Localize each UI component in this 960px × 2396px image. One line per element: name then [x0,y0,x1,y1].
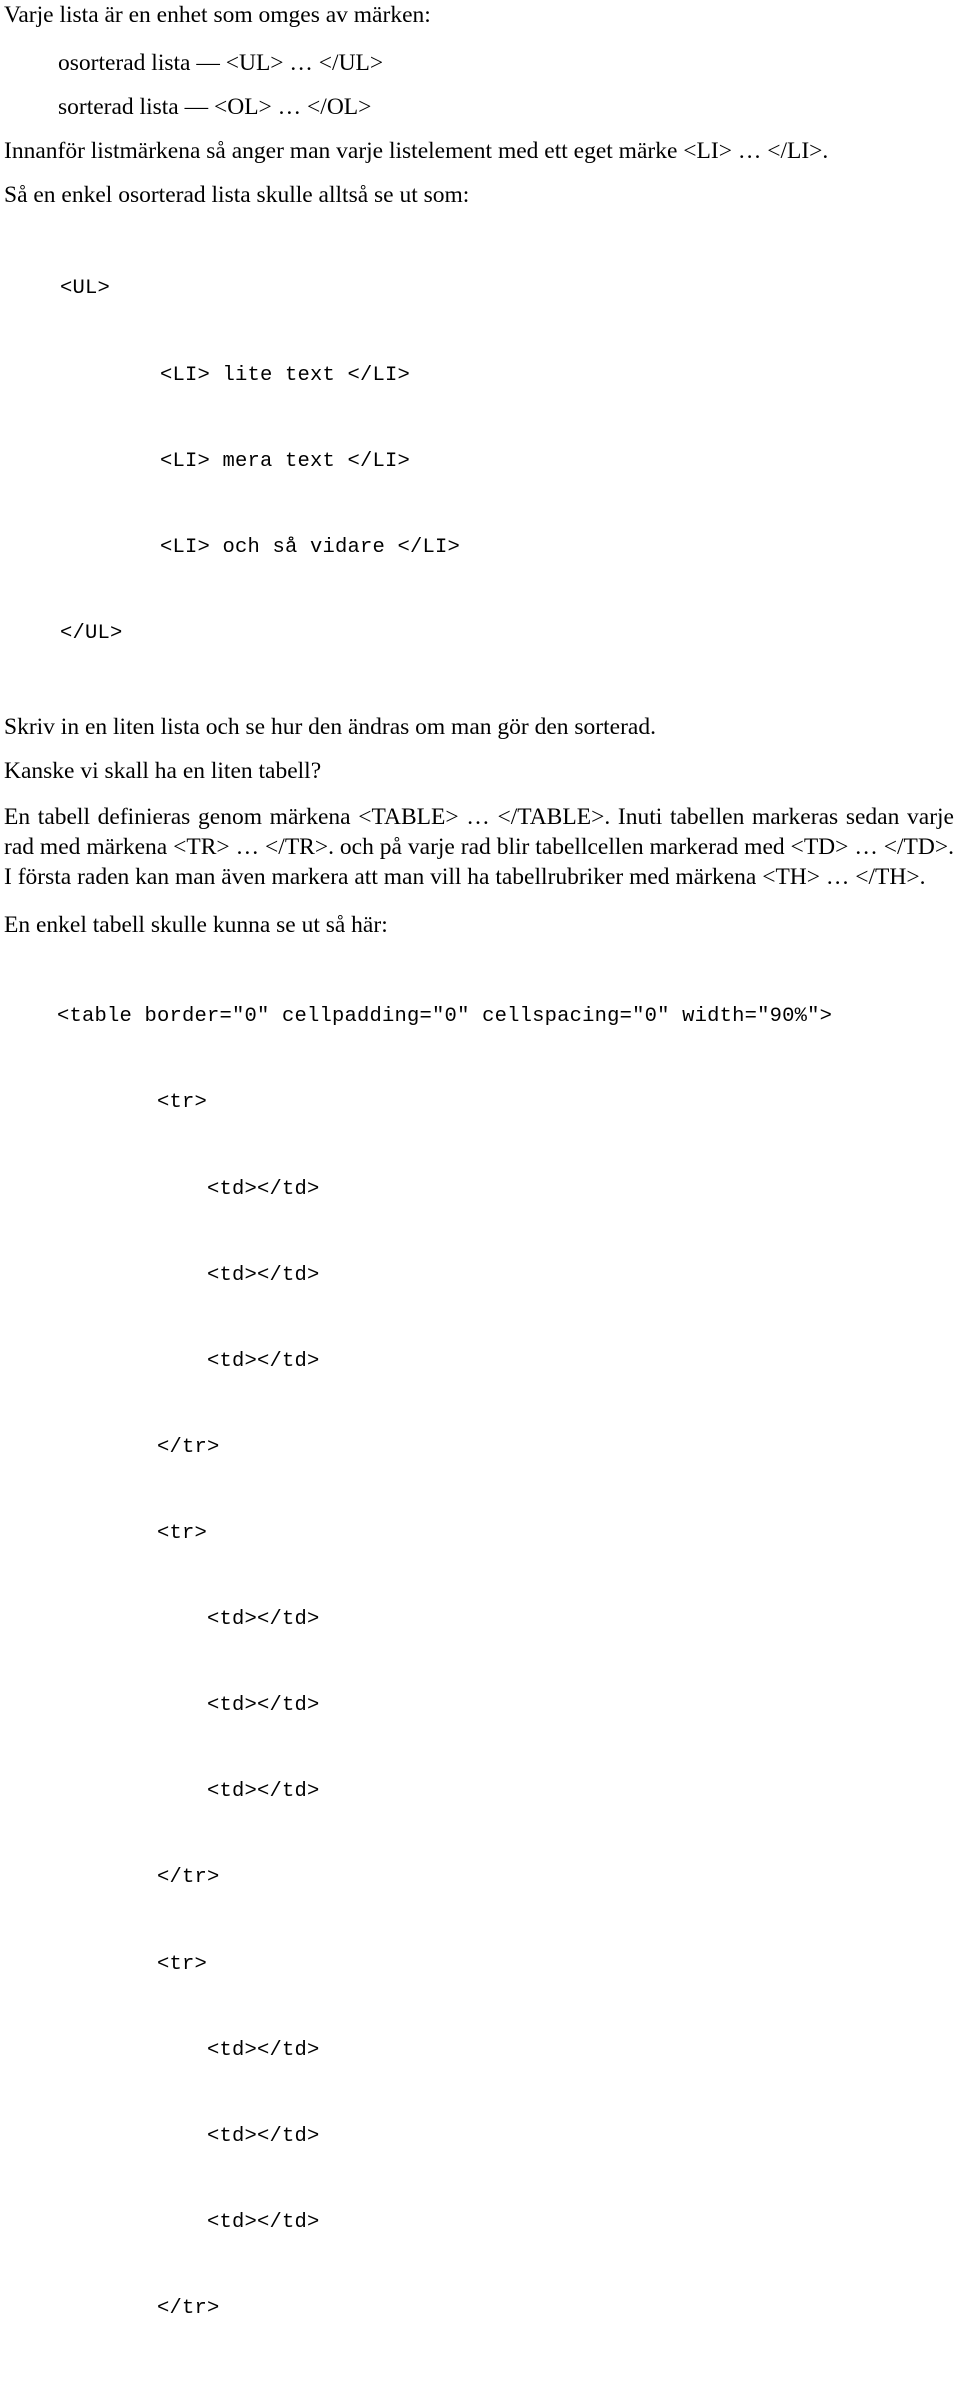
code-line: <td></td> [57,1177,320,1201]
code-line: </tr> [57,1866,220,1890]
intro-line: Varje lista är en enhet som omges av mär… [4,2,431,28]
table-example-intro: En enkel tabell skulle kunna se ut så hä… [4,911,388,938]
code-line: <LI> lite text </LI> [60,363,411,387]
code-line: <td></td> [57,1780,320,1804]
code-line: </UL> [60,621,123,645]
list-type-line-unordered: osorterad lista — <UL> … </UL> [58,50,384,76]
code-line: <td></td> [57,1349,320,1373]
code-line: <td></td> [57,1263,320,1287]
code-line: <td></td> [57,2210,320,2234]
closing-paragraph: Som du ser står det lite saker före ”>” … [0,2391,960,2396]
unordered-list-example-intro: Så en enkel osorterad lista skulle allts… [4,182,470,208]
document-page: Varje lista är en enhet som omges av mär… [0,0,960,2396]
list-type-line-ordered: sorterad lista — <OL> … </OL> [58,94,372,120]
table-code-block: <table border="0" cellpadding="0" cellsp… [0,946,960,2381]
list-exercise-line: Skriv in en liten lista och se hur den ä… [4,713,656,740]
code-line: <td></td> [57,2124,320,2148]
code-line: <td></td> [57,1608,320,1632]
unordered-list-code-block: <UL> <LI> lite text </LI> <LI> mera text… [0,218,960,706]
table-definition-paragraph: En tabell definieras genom märkena <TABL… [4,803,954,890]
code-line: <tr> [57,1952,208,1976]
code-line: <LI> och så vidare </LI> [60,535,461,559]
code-line: <LI> mera text </LI> [60,449,411,473]
code-line: <UL> [60,277,111,301]
code-line: <tr> [57,1522,208,1546]
code-line: <table border="0" cellpadding="0" cellsp… [57,1005,833,1029]
code-line: <td></td> [57,2038,320,2062]
code-line: <tr> [57,1091,208,1115]
code-line: <td></td> [57,1694,320,1718]
code-line: </tr> [57,1435,220,1459]
list-item-note: Innanför listmärkena så anger man varje … [4,138,829,164]
code-line: </tr> [57,2297,220,2320]
table-question-line: Kanske vi skall ha en liten tabell? [4,757,322,784]
